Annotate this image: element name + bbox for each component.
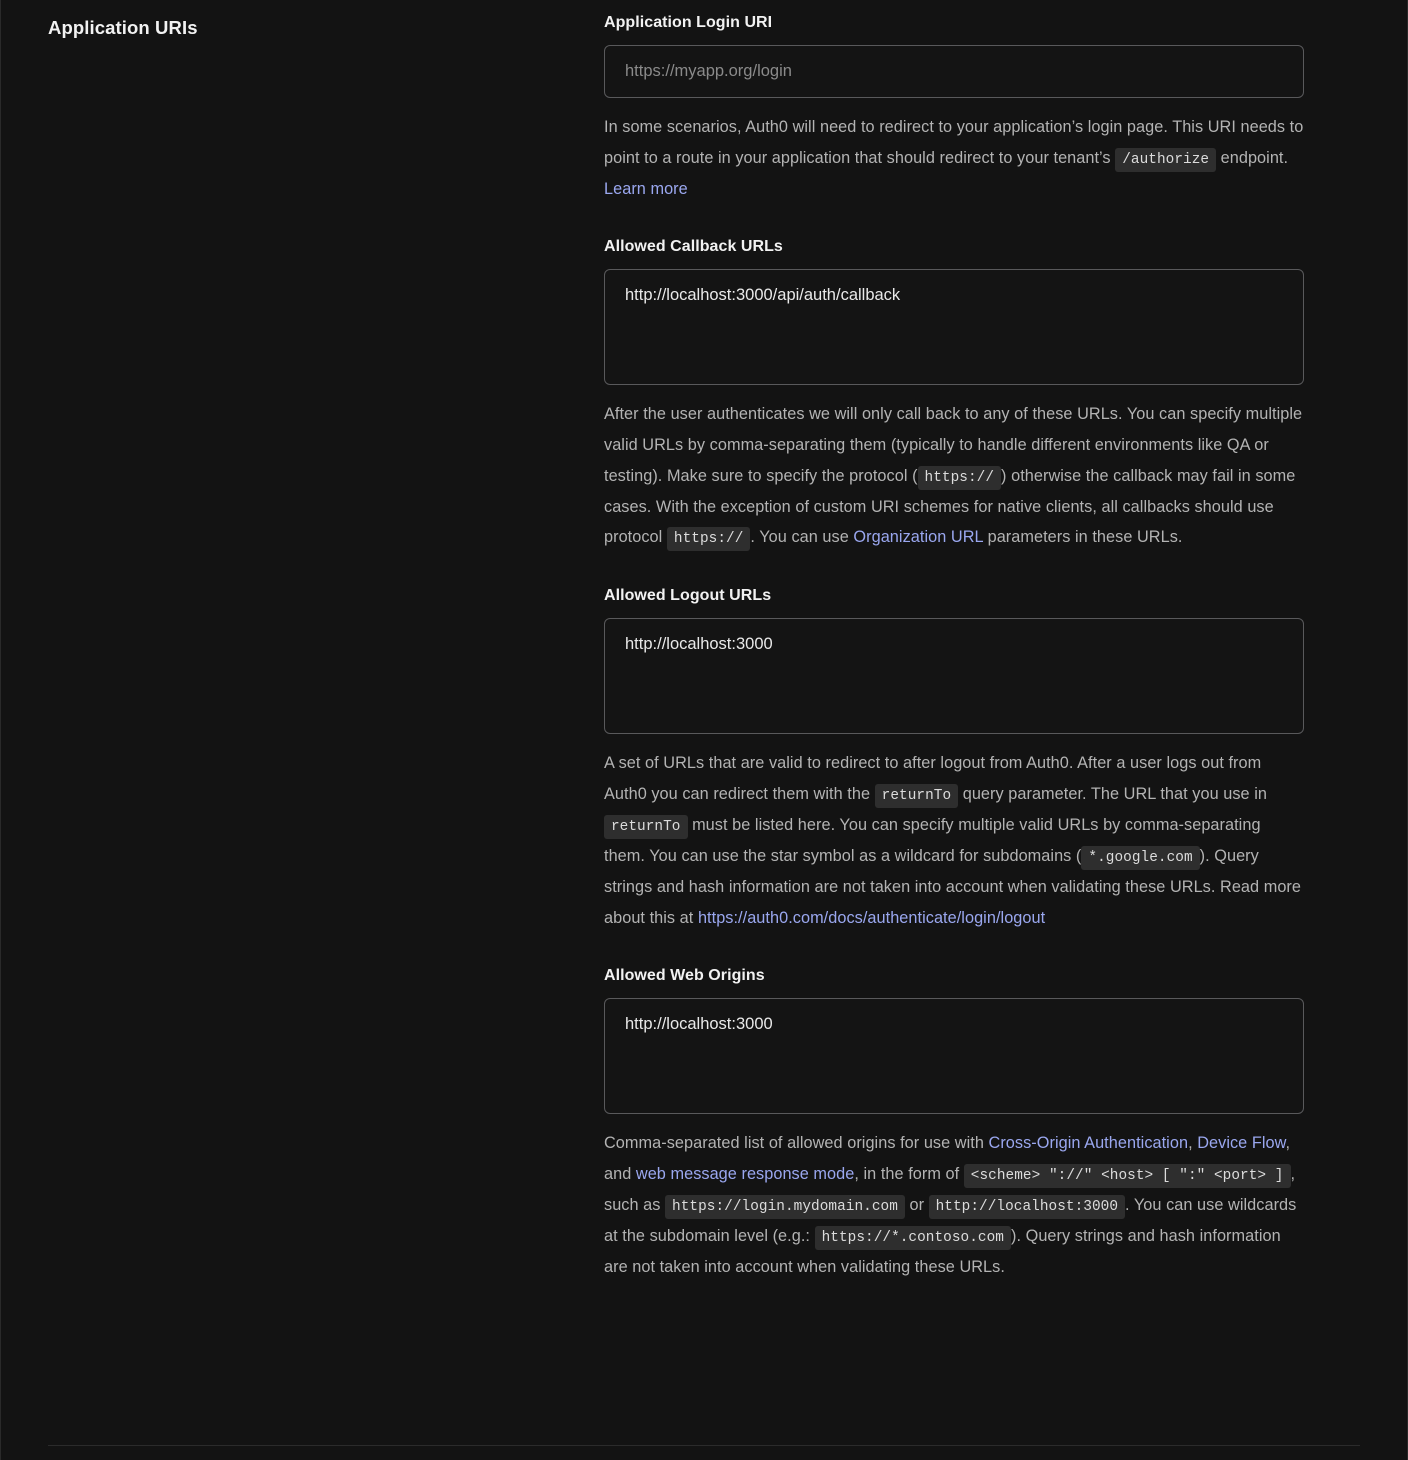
code-chip-https-1: https:// [917,465,1002,490]
allowed-web-origins-textarea[interactable] [604,998,1304,1115]
code-chip-google-wildcard: *.google.com [1081,846,1200,871]
cross-origin-authentication-link[interactable]: Cross-Origin Authentication [989,1134,1189,1152]
code-chip-authorize: /authorize [1115,147,1217,172]
code-chip-returnto-2: returnTo [604,815,688,840]
help-text-part: , [1188,1134,1198,1153]
allowed-logout-urls-textarea[interactable] [604,618,1304,735]
field-allowed-logout-urls: Allowed Logout URLs A set of URLs that a… [604,587,1304,933]
field-allowed-callback-urls: Allowed Callback URLs After the user aut… [604,238,1304,553]
code-chip-https-2: https:// [666,527,751,552]
help-allowed-logout-urls: A set of URLs that are valid to redirect… [604,748,1304,933]
code-chip-login-mydomain: https://login.mydomain.com [665,1195,905,1220]
field-application-login-uri: Application Login URI In some scenarios,… [604,14,1304,204]
section-right-column: Application Login URI In some scenarios,… [604,0,1356,1283]
web-message-response-mode-link[interactable]: web message response mode [636,1165,854,1183]
section-left-column: Application URIs [0,0,604,40]
help-allowed-callback-urls: After the user authenticates we will onl… [604,399,1304,553]
code-chip-contoso-wildcard: https://*.contoso.com [814,1226,1011,1251]
help-text-part: query parameter. The URL that you use in [958,784,1267,803]
device-flow-link[interactable]: Device Flow [1197,1134,1285,1152]
help-text-part: . You can use [750,528,854,547]
code-chip-localhost-3000: http://localhost:3000 [928,1195,1126,1220]
label-allowed-logout-urls: Allowed Logout URLs [604,587,772,605]
help-allowed-web-origins: Comma-separated list of allowed origins … [604,1128,1304,1282]
logout-docs-link[interactable]: https://auth0.com/docs/authenticate/logi… [698,909,1045,927]
help-application-login-uri: In some scenarios, Auth0 will need to re… [604,112,1304,204]
label-allowed-web-origins: Allowed Web Origins [604,967,765,985]
page-title: Application URIs [48,17,198,38]
application-login-uri-input[interactable] [604,45,1304,98]
organization-url-link[interactable]: Organization URL [853,528,983,546]
help-text-part: Comma-separated list of allowed origins … [604,1134,989,1153]
label-allowed-callback-urls: Allowed Callback URLs [604,238,783,256]
learn-more-link[interactable]: Learn more [604,180,688,198]
allowed-callback-urls-textarea[interactable] [604,269,1304,386]
help-text-part: , in the form of [854,1165,964,1184]
field-allowed-web-origins: Allowed Web Origins Comma-separated list… [604,967,1304,1282]
label-application-login-uri: Application Login URI [604,14,773,31]
code-chip-origin-format: <scheme> "://" <host> [ ":" <port> ] [963,1164,1291,1189]
section-divider [48,1445,1360,1446]
application-uris-section: Application URIs Application Login URI I… [0,0,1408,1283]
code-chip-returnto-1: returnTo [874,783,959,808]
help-text-part: or [904,1196,929,1215]
help-text-part: endpoint. [1216,148,1289,167]
help-text-part: parameters in these URLs. [983,528,1183,547]
